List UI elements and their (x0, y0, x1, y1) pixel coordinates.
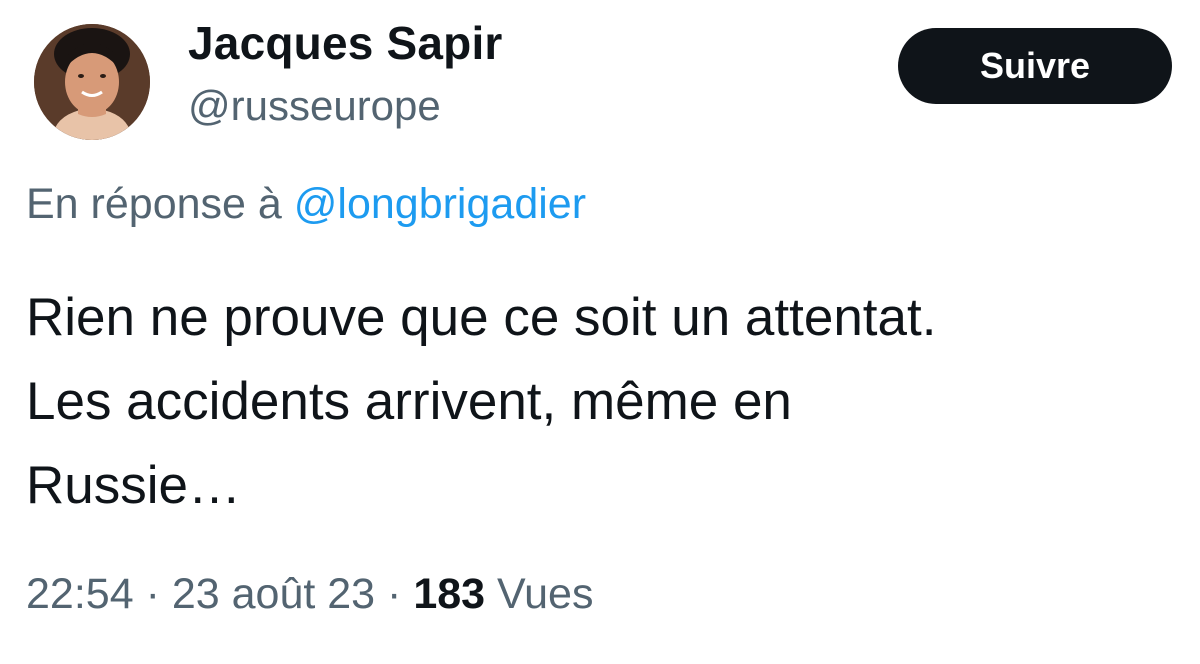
avatar[interactable] (34, 24, 150, 140)
tweet-text-line: Rien ne prouve que ce soit un attentat. (26, 288, 937, 347)
reply-prefix: En réponse à (26, 180, 282, 228)
meta-separator: · (387, 570, 402, 618)
tweet-text-line: Russie… (26, 456, 242, 515)
tweet-card: Jacques Sapir @russeurope Suivre En répo… (0, 0, 1200, 664)
reply-mention-link[interactable]: @longbrigadier (294, 180, 586, 228)
author-handle[interactable]: @russeurope (188, 82, 441, 130)
tweet-time[interactable]: 22:54 (26, 570, 134, 618)
views-label: Vues (497, 570, 594, 618)
follow-button[interactable]: Suivre (898, 28, 1172, 104)
views-count: 183 (413, 570, 486, 618)
reply-context: En réponse à @longbrigadier (26, 180, 586, 229)
tweet-meta: 22:54 · 23 août 23 · 183 Vues (26, 570, 593, 619)
tweet-text: Rien ne prouve que ce soit un attentat. … (26, 276, 1196, 528)
author-display-name[interactable]: Jacques Sapir (188, 16, 503, 70)
tweet-text-line: Les accidents arrivent, même en (26, 372, 792, 431)
meta-separator: · (145, 570, 160, 618)
tweet-date[interactable]: 23 août 23 (172, 570, 375, 618)
profile-photo-icon (34, 24, 150, 140)
